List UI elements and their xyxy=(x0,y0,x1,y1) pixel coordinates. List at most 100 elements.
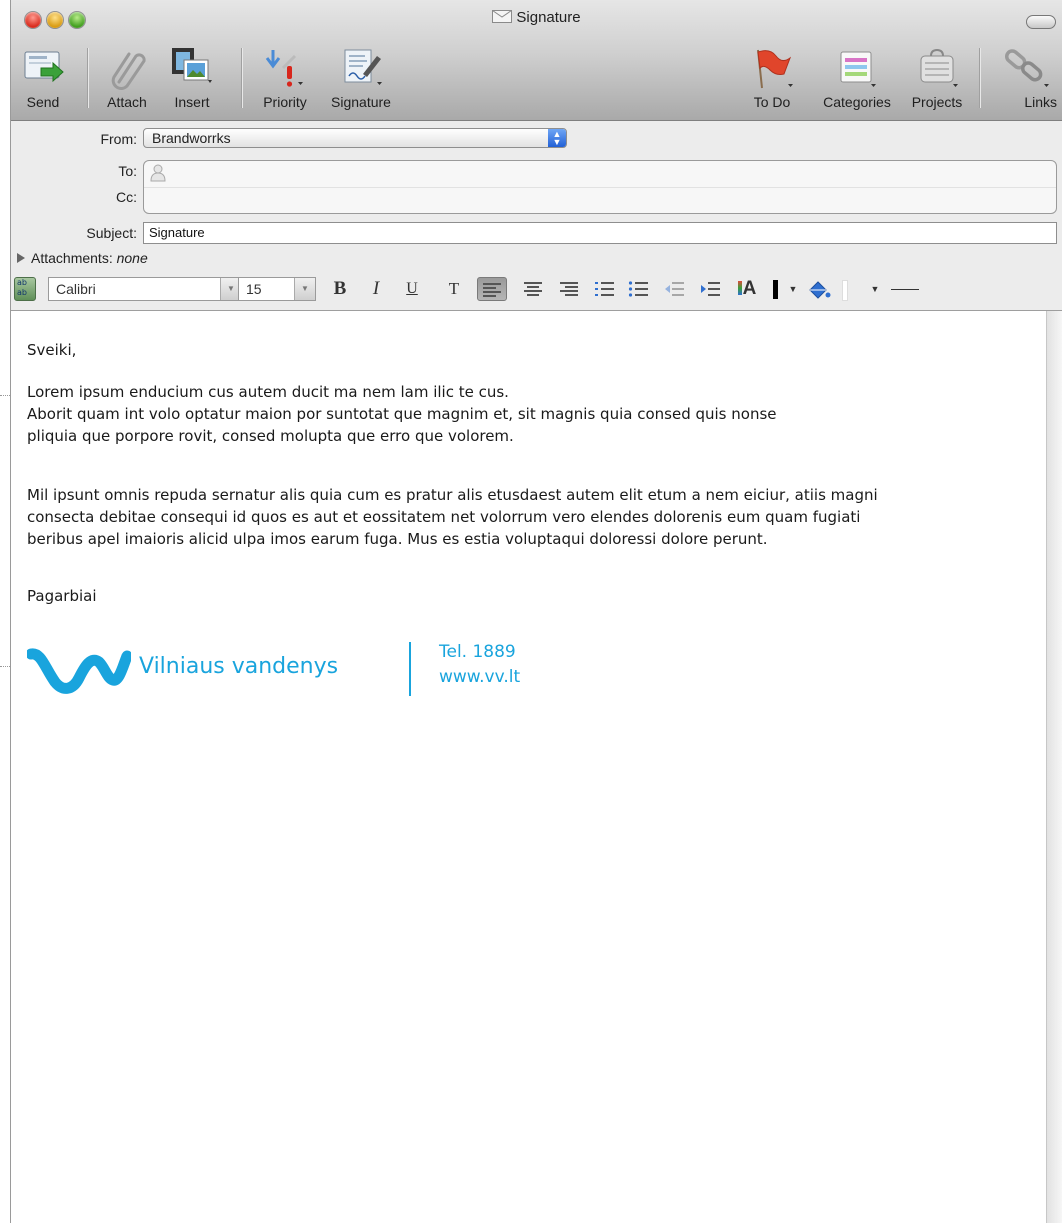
font-name: Calibri xyxy=(56,281,96,297)
attachments-row[interactable]: Attachments: none xyxy=(17,250,148,266)
links-button[interactable]: Links xyxy=(995,46,1057,116)
signature-brand-name: Vilniaus vandenys xyxy=(139,654,339,679)
chevron-down-icon[interactable]: ▼ xyxy=(294,278,315,300)
envelope-icon xyxy=(492,10,513,23)
attach-button[interactable]: Attach xyxy=(99,46,155,116)
insert-label: Insert xyxy=(174,94,210,110)
underline-button[interactable]: U xyxy=(399,277,425,301)
increase-indent-button[interactable] xyxy=(697,277,723,301)
align-center-icon xyxy=(524,282,542,296)
numbered-list-icon xyxy=(595,282,614,296)
toolbar-toggle-button[interactable] xyxy=(1026,15,1056,29)
bold-button[interactable]: B xyxy=(327,277,353,301)
highlight-color-icon xyxy=(842,280,848,301)
paperclip-icon xyxy=(111,52,146,90)
signature-website[interactable]: www.vv.lt xyxy=(439,665,520,690)
font-select[interactable]: Calibri ▼ xyxy=(48,277,242,301)
signature-phone: Tel. 1889 xyxy=(439,642,516,662)
message-window: Signature Send Attach Insert Priority Si… xyxy=(10,0,1062,1223)
recipients-field[interactable] xyxy=(143,160,1057,214)
email-signature: Vilniaus vandenys Tel. 1889 www.vv.lt xyxy=(27,640,567,700)
guide-mark xyxy=(0,395,10,396)
paragraph-line: consecta debitae consequi id quos es aut… xyxy=(27,508,861,526)
window-title-text: Signature xyxy=(516,9,581,26)
spellcheck-icon[interactable]: ab ab xyxy=(14,277,36,301)
numbered-list-button[interactable] xyxy=(591,277,617,301)
align-right-button[interactable] xyxy=(555,277,581,301)
closing-text: Pagarbiai xyxy=(27,587,97,605)
align-left-button[interactable] xyxy=(477,277,507,301)
categories-label: Categories xyxy=(823,94,891,110)
highlight-color-swatch xyxy=(841,277,848,301)
paragraph-2: Mil ipsunt omnis repuda sernatur alis qu… xyxy=(27,484,1027,550)
cc-label: Cc: xyxy=(116,189,137,205)
paragraph-1: Lorem ipsum enducium cus autem ducit ma … xyxy=(27,381,1027,447)
signature-icon xyxy=(344,49,382,85)
paragraph-line: Aborit quam int volo optatur maion por s… xyxy=(27,405,777,423)
font-color-glyph: A xyxy=(742,278,757,299)
paragraph-line: pliquia que porpore rovit, consed molupt… xyxy=(27,427,514,445)
bullet-list-icon xyxy=(628,281,648,297)
subject-input[interactable]: Signature xyxy=(143,222,1057,244)
categories-button[interactable]: Categories xyxy=(815,46,899,116)
highlight-color-dropdown[interactable]: ▼ xyxy=(869,277,881,301)
guide-mark xyxy=(0,666,10,667)
font-color-icon xyxy=(773,280,778,299)
send-button[interactable]: Send xyxy=(19,46,67,116)
links-icon xyxy=(1004,49,1049,87)
signature-divider xyxy=(409,642,411,696)
disclosure-triangle-icon[interactable] xyxy=(17,253,25,263)
projects-button[interactable]: Projects xyxy=(905,46,969,116)
signature-button[interactable]: Signature xyxy=(323,46,399,116)
contact-icon[interactable] xyxy=(150,164,166,182)
priority-label: Priority xyxy=(263,94,307,110)
toolbar: Signature Send Attach Insert Priority Si… xyxy=(11,0,1062,121)
from-account-select[interactable]: Brandworrks ▲ ▼ xyxy=(143,128,567,148)
italic-button[interactable]: I xyxy=(363,277,389,301)
projects-label: Projects xyxy=(911,94,963,110)
todo-label: To Do xyxy=(753,94,791,110)
to-label: To: xyxy=(118,163,137,179)
from-label: From: xyxy=(100,131,137,147)
highlight-color-button[interactable] xyxy=(803,277,833,301)
paragraph-line: Lorem ipsum enducium cus autem ducit ma … xyxy=(27,383,509,401)
projects-icon xyxy=(920,48,958,87)
greeting-text: Sveiki, xyxy=(27,341,77,359)
vertical-scrollbar[interactable] xyxy=(1046,311,1062,1223)
bullet-list-button[interactable] xyxy=(625,277,651,301)
insert-button[interactable]: Insert xyxy=(167,46,217,116)
priority-button[interactable]: Priority xyxy=(255,46,315,116)
paragraph-line: beribus apel imaioris alicid ulpa imos e… xyxy=(27,530,768,548)
color-bar-icon xyxy=(737,281,742,295)
toolbar-separator xyxy=(979,48,980,108)
font-color-dropdown[interactable]: ▼ xyxy=(787,277,799,301)
font-size: 15 xyxy=(246,281,262,297)
font-size-adjust-button[interactable]: A xyxy=(731,277,763,301)
decrease-indent-button[interactable] xyxy=(661,277,687,301)
message-body[interactable] xyxy=(11,311,1048,1223)
font-size-select[interactable]: 15 ▼ xyxy=(238,277,316,301)
paragraph-line: Mil ipsunt omnis repuda sernatur alis qu… xyxy=(27,486,878,504)
categories-icon xyxy=(840,51,876,87)
from-value: Brandworrks xyxy=(152,130,231,146)
signature-label: Signature xyxy=(331,94,391,110)
decrease-indent-icon xyxy=(665,282,684,296)
text-style-button[interactable]: T xyxy=(441,277,467,301)
horizontal-rule-icon xyxy=(891,289,919,290)
toolbar-separator xyxy=(241,48,242,108)
paint-bucket-icon xyxy=(809,281,831,299)
formatting-toolbar: ab ab Calibri ▼ 15 ▼ B I U T A ▼ ▼ xyxy=(11,272,1062,311)
font-color-swatch[interactable] xyxy=(767,277,785,301)
horizontal-rule-button[interactable] xyxy=(887,277,923,301)
toolbar-separator xyxy=(87,48,88,108)
to-cc-divider xyxy=(144,187,1056,188)
select-arrows-icon: ▲ ▼ xyxy=(548,129,566,147)
flag-icon xyxy=(757,49,793,89)
links-label: Links xyxy=(1024,94,1057,110)
attach-label: Attach xyxy=(107,94,147,110)
priority-icon xyxy=(265,50,303,87)
align-center-button[interactable] xyxy=(519,277,545,301)
attachments-value: none xyxy=(116,250,148,266)
align-right-icon xyxy=(560,282,578,296)
todo-button[interactable]: To Do xyxy=(745,46,799,116)
